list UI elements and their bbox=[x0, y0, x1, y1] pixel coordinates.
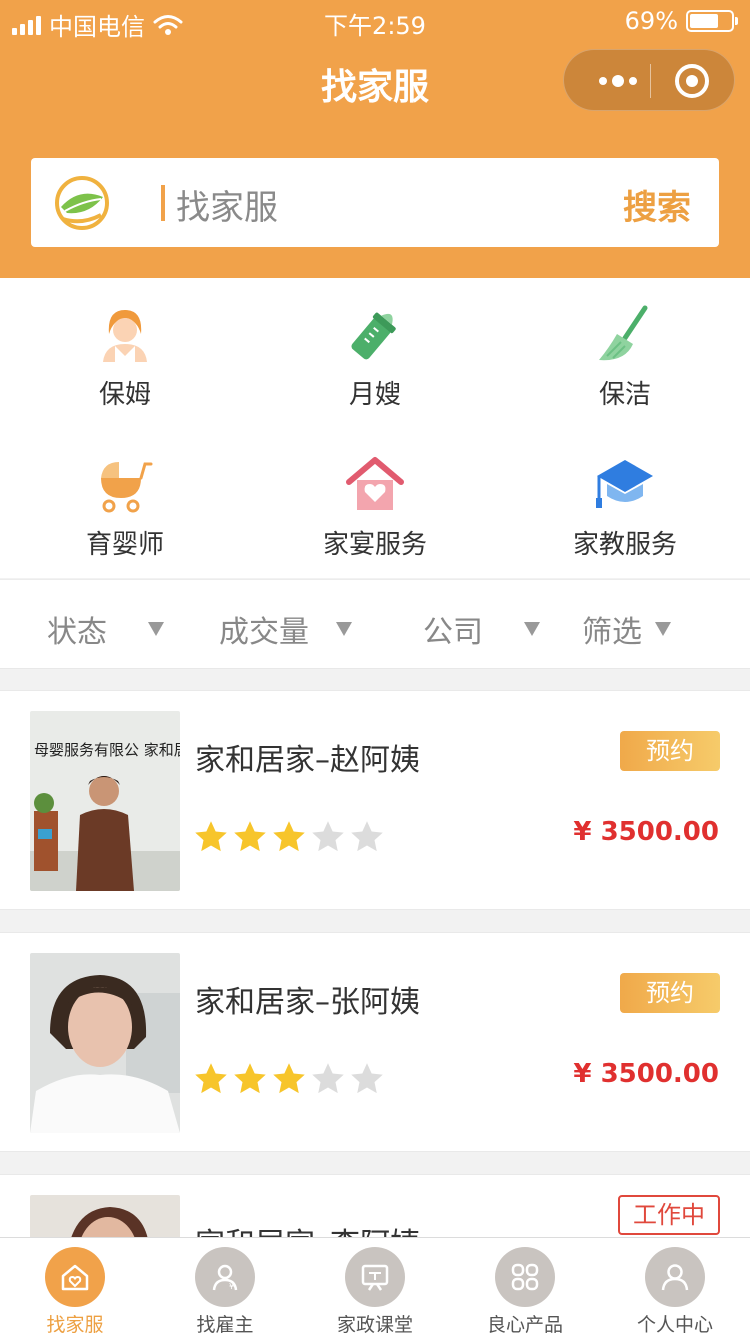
tab-products[interactable]: 良心产品 bbox=[450, 1238, 600, 1334]
working-status-button[interactable]: 工作中 bbox=[618, 1195, 720, 1235]
search-cursor bbox=[161, 185, 165, 221]
star-empty-icon bbox=[351, 1063, 383, 1094]
house-heart-icon bbox=[346, 457, 404, 510]
employer-icon: ¥ bbox=[195, 1247, 255, 1307]
filter-volume[interactable]: 成交量 bbox=[219, 607, 309, 651]
filter-status[interactable]: 状态 bbox=[47, 607, 107, 651]
bottom-tab-bar: 找家服 ¥ 找雇主 家政课堂 良心产品 个人中心 bbox=[0, 1237, 750, 1334]
category-maternity[interactable]: 月嫂 bbox=[250, 278, 500, 428]
category-label: 家教服务 bbox=[572, 530, 677, 560]
category-label: 家宴服务 bbox=[322, 530, 427, 560]
star-filled-icon bbox=[234, 1063, 266, 1094]
price-label: ¥ 3500.00 bbox=[573, 817, 719, 847]
filter-screen[interactable]: 筛选 bbox=[582, 607, 642, 651]
rating-stars bbox=[193, 1061, 385, 1097]
chevron-down-icon[interactable] bbox=[336, 622, 352, 636]
star-filled-icon bbox=[195, 821, 227, 852]
tab-profile[interactable]: 个人中心 bbox=[600, 1238, 750, 1334]
status-bar: 中国电信 下午2:59 69% bbox=[0, 0, 750, 41]
worker-photo bbox=[30, 953, 180, 1133]
rating-stars bbox=[193, 819, 385, 855]
search-button[interactable]: 搜索 bbox=[623, 180, 691, 229]
search-input[interactable]: 找家服 bbox=[176, 180, 278, 229]
chevron-down-icon[interactable] bbox=[148, 622, 164, 636]
category-home-banquet[interactable]: 家宴服务 bbox=[250, 428, 500, 578]
category-nanny[interactable]: 保姆 bbox=[0, 278, 250, 428]
star-empty-icon bbox=[312, 821, 344, 852]
star-filled-icon bbox=[273, 1063, 305, 1094]
worker-name: 家和居家–赵阿姨 bbox=[195, 743, 420, 778]
category-tutoring[interactable]: 家教服务 bbox=[500, 428, 750, 578]
stroller-icon bbox=[101, 462, 153, 513]
listing-card[interactable]: 母婴服务有限公 家和居家 家和居家–赵阿姨 预约 ¥ 3500.00 bbox=[0, 690, 750, 910]
mini-program-capsule bbox=[563, 49, 735, 111]
listing-card[interactable]: 家和居家–张阿姨 预约 ¥ 3500.00 bbox=[0, 932, 750, 1152]
worker-name: 家和居家–张阿姨 bbox=[195, 985, 420, 1020]
tab-label: 个人中心 bbox=[636, 1314, 713, 1334]
filter-company[interactable]: 公司 bbox=[423, 607, 483, 651]
book-button[interactable]: 预约 bbox=[620, 731, 720, 771]
tab-label: 找雇主 bbox=[196, 1314, 254, 1334]
home-icon bbox=[45, 1247, 105, 1307]
chevron-down-icon[interactable] bbox=[524, 622, 540, 636]
photo-sign-text: 母婴服务有限公 家和居家 bbox=[34, 741, 180, 759]
star-empty-icon bbox=[351, 821, 383, 852]
battery-percent: 69% bbox=[624, 7, 678, 35]
profile-icon bbox=[645, 1247, 705, 1307]
book-button[interactable]: 预约 bbox=[620, 973, 720, 1013]
svg-text:¥: ¥ bbox=[229, 1282, 234, 1291]
status-right: 69% bbox=[624, 7, 738, 35]
worker-photo: 母婴服务有限公 家和居家 bbox=[30, 711, 180, 891]
star-empty-icon bbox=[312, 1063, 344, 1094]
category-nursery-teacher[interactable]: 育婴师 bbox=[0, 428, 250, 578]
tab-find-employer[interactable]: ¥ 找雇主 bbox=[150, 1238, 300, 1334]
chevron-down-icon[interactable] bbox=[655, 622, 671, 636]
more-menu-icon[interactable] bbox=[588, 68, 648, 94]
category-cleaning[interactable]: 保洁 bbox=[500, 278, 750, 428]
classroom-icon bbox=[345, 1247, 405, 1307]
star-filled-icon bbox=[234, 821, 266, 852]
broom-icon bbox=[599, 305, 648, 361]
close-target-icon[interactable] bbox=[675, 64, 709, 98]
category-label: 月嫂 bbox=[348, 380, 401, 410]
nanny-icon bbox=[103, 310, 147, 362]
header-area: 中国电信 下午2:59 69% 找家服 找家服 搜索 bbox=[0, 0, 750, 278]
brand-leaf-logo bbox=[55, 176, 109, 230]
star-filled-icon bbox=[195, 1063, 227, 1094]
battery-icon bbox=[686, 10, 738, 32]
tab-classroom[interactable]: 家政课堂 bbox=[300, 1238, 450, 1334]
tab-label: 家政课堂 bbox=[336, 1314, 413, 1334]
capsule-divider bbox=[650, 64, 651, 98]
baby-bottle-icon bbox=[351, 312, 396, 360]
products-icon bbox=[495, 1247, 555, 1307]
category-label: 育婴师 bbox=[85, 530, 164, 560]
tab-label: 良心产品 bbox=[486, 1314, 563, 1334]
tab-label: 找家服 bbox=[46, 1314, 104, 1334]
star-filled-icon bbox=[273, 821, 305, 852]
search-bar[interactable]: 找家服 搜索 bbox=[31, 158, 719, 247]
app-screen: 中国电信 下午2:59 69% 找家服 找家服 搜索 保姆 月嫂 保洁 育婴师 … bbox=[0, 0, 750, 1334]
tab-find-service[interactable]: 找家服 bbox=[0, 1238, 150, 1334]
category-grid: 保姆 月嫂 保洁 育婴师 家宴服务 家教服务 bbox=[0, 278, 750, 578]
price-label: ¥ 3500.00 bbox=[573, 1059, 719, 1089]
filter-bar: 状态 成交量 公司 筛选 bbox=[0, 579, 750, 669]
category-label: 保洁 bbox=[598, 380, 651, 410]
graduation-cap-icon bbox=[596, 460, 653, 508]
category-label: 保姆 bbox=[98, 380, 151, 410]
